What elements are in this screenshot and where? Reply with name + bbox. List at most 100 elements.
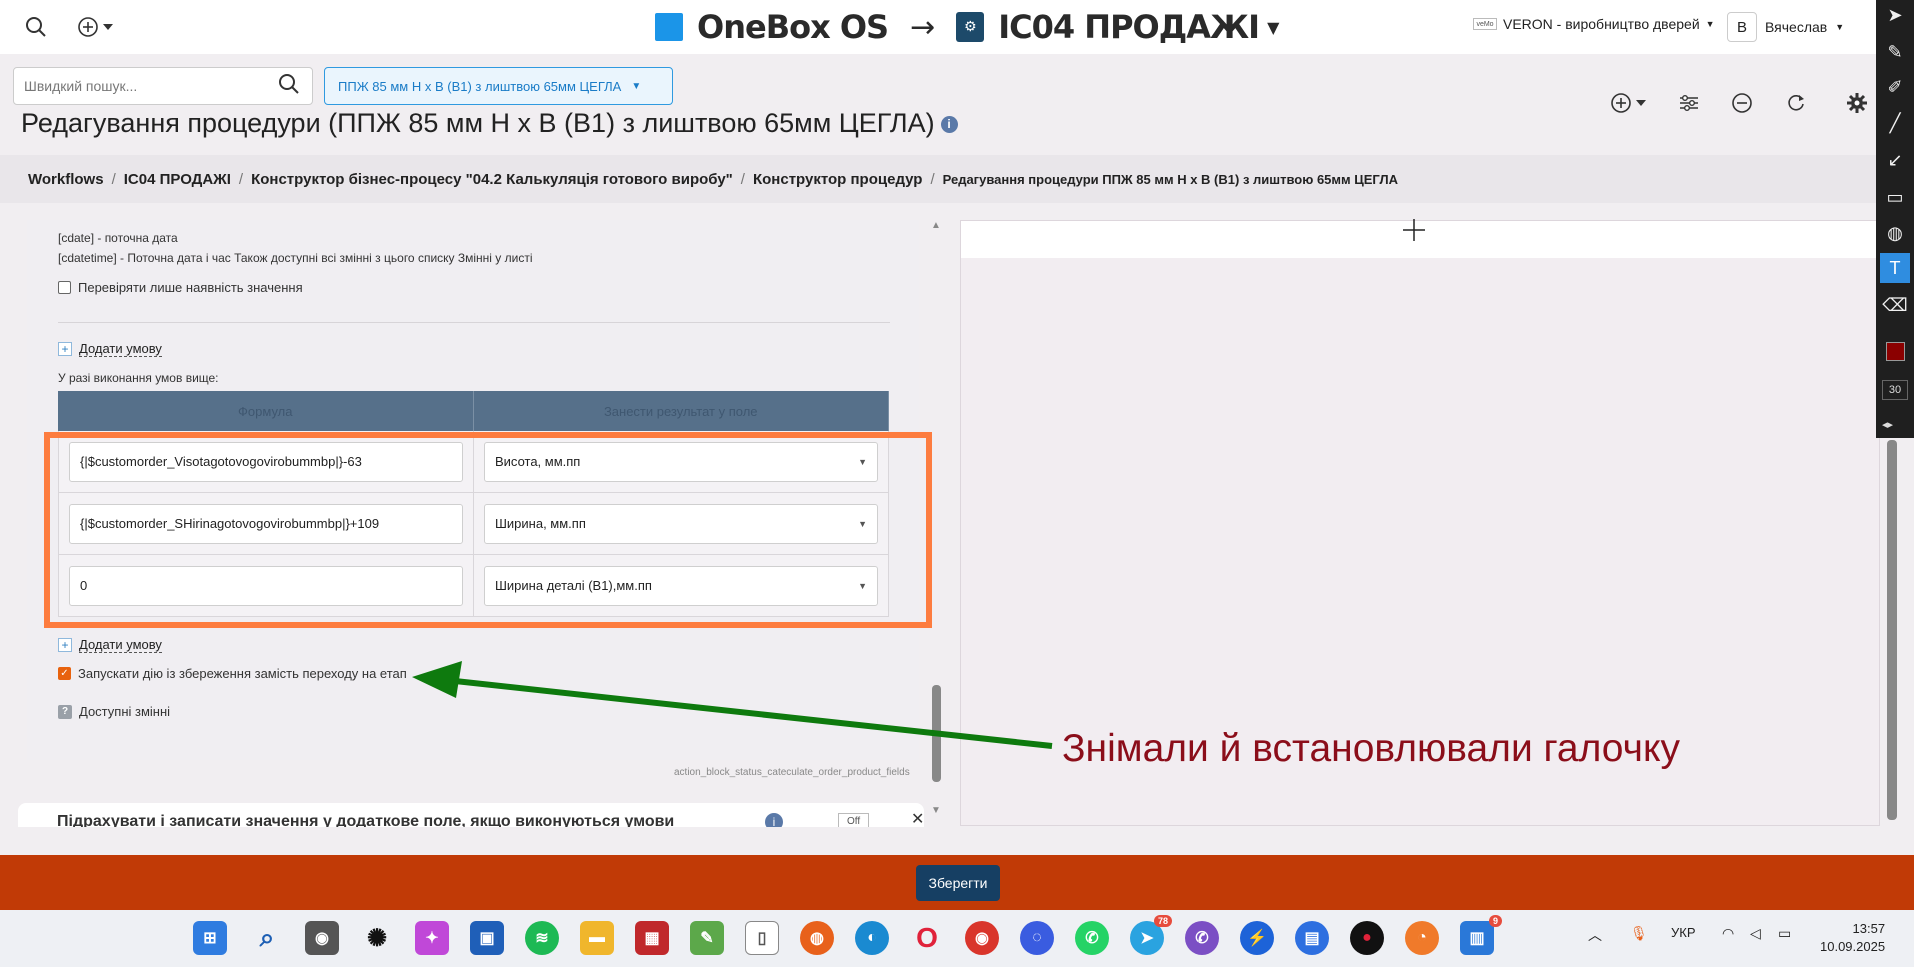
toggle-off[interactable]: Off [838, 813, 870, 827]
breadcrumb-item-workflows[interactable]: Workflows [28, 171, 104, 188]
scrollbar-thumb[interactable] [932, 685, 941, 782]
company-selector[interactable]: veMo VERON - виробництво дверей ▼ [1473, 16, 1715, 32]
brand[interactable]: OneBox OS → ⚙ ІС04 ПРОДАЖІ ▼ [655, 8, 1279, 46]
spotify-icon[interactable]: ≋ [525, 921, 559, 955]
wifi-icon[interactable]: ◠ [1722, 925, 1734, 942]
expand-icon[interactable]: ◂▸ [1882, 418, 1893, 431]
company-logo-icon: veMo [1473, 18, 1497, 30]
next-action-section[interactable]: Підрахувати і записати значення у додатк… [18, 803, 924, 827]
pencil-icon[interactable]: ✎ [1880, 37, 1910, 67]
procedure-button-label: ППЖ 85 мм Н х В (В1) з лиштвою 65мм ЦЕГЛ… [338, 78, 622, 94]
run-action-checkbox[interactable]: ✓ [58, 667, 71, 680]
close-icon[interactable]: ✕ [911, 809, 924, 827]
camera-icon[interactable]: ◉ [305, 921, 339, 955]
if-conditions-label: У разі виконання умов вище: [58, 371, 219, 385]
rectangle-icon[interactable]: ▭ [1880, 182, 1910, 212]
plus-icon: + [58, 638, 72, 652]
app-red-icon[interactable]: ▦ [635, 921, 669, 955]
edge-icon[interactable]: ◐ [855, 921, 889, 955]
chevron-up-icon[interactable]: ︿ [1588, 925, 1602, 945]
user-menu[interactable]: В Вячеслав ▼ [1727, 12, 1844, 42]
arrow-right-icon: → [910, 9, 935, 45]
add-menu-icon[interactable] [1610, 88, 1654, 118]
highlight-rectangle [44, 432, 932, 628]
add-menu-icon[interactable] [76, 12, 122, 42]
clock-time: 13:57 [1852, 921, 1886, 936]
copilot-icon[interactable]: ✦ [415, 921, 449, 955]
chatgpt-icon[interactable]: ✺ [360, 921, 394, 955]
info-icon[interactable]: i [765, 813, 783, 827]
opera-icon[interactable]: O [910, 921, 944, 955]
pointer-icon[interactable]: ➤ [1880, 0, 1910, 30]
left-scrollbar[interactable]: ▲ ▼ [928, 220, 944, 825]
info-icon[interactable]: i [940, 116, 958, 134]
line-icon[interactable]: ╱ [1880, 108, 1910, 138]
telegram-badge: 78 [1153, 915, 1172, 927]
speedtest-icon[interactable]: ◔ [1405, 921, 1439, 955]
gear-icon[interactable] [1842, 88, 1872, 118]
notes-app-icon[interactable]: ▥ 9 [1460, 915, 1502, 955]
save-button[interactable]: Зберегти [916, 865, 1000, 901]
avatar: В [1727, 12, 1757, 42]
chevron-down-icon: ▼ [1705, 19, 1715, 29]
search-icon[interactable] [278, 73, 300, 101]
signal-icon[interactable]: ◌ [1020, 921, 1054, 955]
breadcrumb-item-procedures[interactable]: Конструктор процедур [753, 171, 922, 188]
quick-search-input[interactable] [13, 67, 313, 105]
check-presence-label: Перевіряти лише наявність значення [78, 280, 303, 295]
brush-size[interactable]: 30 [1882, 380, 1908, 400]
minus-circle-icon[interactable] [1727, 88, 1757, 118]
scroll-down-icon[interactable]: ▼ [931, 805, 941, 816]
paint-icon[interactable]: ✎ [690, 921, 724, 955]
marker-icon[interactable]: ✐ [1880, 72, 1910, 102]
folder-icon[interactable]: ▬ [580, 921, 614, 955]
notes-badge: 9 [1488, 915, 1502, 927]
arrow-tool-icon[interactable]: ↙ [1880, 145, 1910, 175]
search-icon[interactable] [21, 12, 51, 42]
breadcrumb-separator: / [111, 170, 116, 188]
run-action-row[interactable]: ✓ Запускати дію із збереження замість пе… [58, 666, 407, 681]
chevron-down-icon: ▼ [1267, 17, 1279, 37]
microphone-icon[interactable]: 🎙 [1630, 925, 1648, 942]
search-icon[interactable]: ⌕ [250, 921, 284, 955]
firefox-icon[interactable]: ◍ [800, 921, 834, 955]
right-scrollbar[interactable] [1885, 440, 1899, 850]
check-presence-row[interactable]: Перевіряти лише наявність значення [58, 280, 303, 295]
add-condition-button[interactable]: + Додати умову [58, 637, 162, 653]
volume-icon[interactable]: ◁ [1750, 925, 1761, 942]
breadcrumb-item-workspace[interactable]: ІС04 ПРОДАЖІ [124, 171, 231, 188]
scroll-up-icon[interactable]: ▲ [931, 220, 941, 231]
add-condition-label: Додати умову [79, 637, 162, 653]
battery-icon[interactable]: ▭ [1778, 925, 1791, 942]
procedure-dropdown-button[interactable]: ППЖ 85 мм Н х В (В1) з лиштвою 65мм ЦЕГЛ… [324, 67, 673, 105]
refresh-icon[interactable] [1781, 88, 1811, 118]
blur-icon[interactable]: ◍ [1880, 218, 1910, 248]
scrollbar-thumb[interactable] [1887, 440, 1897, 820]
recorder-icon[interactable]: ● [1350, 921, 1384, 955]
color-swatch[interactable] [1886, 342, 1905, 361]
store-icon[interactable]: ▣ [470, 921, 504, 955]
plus-icon: + [58, 342, 72, 356]
question-icon: ? [58, 704, 72, 719]
language-indicator[interactable]: УКР [1671, 925, 1696, 940]
telegram-icon[interactable]: ➤ 78 [1130, 915, 1172, 955]
add-condition-button[interactable]: + Додати умову [58, 341, 162, 357]
run-action-label: Запускати дію із збереження замість пере… [78, 666, 407, 681]
eraser-icon[interactable]: ⌫ [1880, 290, 1910, 320]
breadcrumb-separator: / [930, 170, 935, 188]
brand-name: OneBox OS [697, 8, 889, 46]
next-section-title: Підрахувати і записати значення у додатк… [57, 813, 675, 827]
app-blue-icon[interactable]: ⚡ [1240, 921, 1274, 955]
check-presence-checkbox[interactable] [58, 281, 71, 294]
filter-settings-icon[interactable] [1674, 88, 1704, 118]
text-tool-icon[interactable]: T [1880, 253, 1910, 283]
available-vars-row[interactable]: ? Доступні змінні [58, 704, 170, 719]
windows-start-icon[interactable]: ⊞ [193, 921, 227, 955]
app-box-icon[interactable]: ▤ [1295, 921, 1329, 955]
whatsapp-icon[interactable]: ✆ [1075, 921, 1109, 955]
system-clock[interactable]: 13:57 10.09.2025 [1820, 920, 1885, 956]
viber-icon[interactable]: ✆ [1185, 921, 1219, 955]
breadcrumb-item-process[interactable]: Конструктор бізнес-процесу "04.2 Калькул… [251, 171, 733, 188]
document-icon[interactable]: ▯ [745, 921, 779, 955]
chrome-icon[interactable]: ◉ [965, 921, 999, 955]
